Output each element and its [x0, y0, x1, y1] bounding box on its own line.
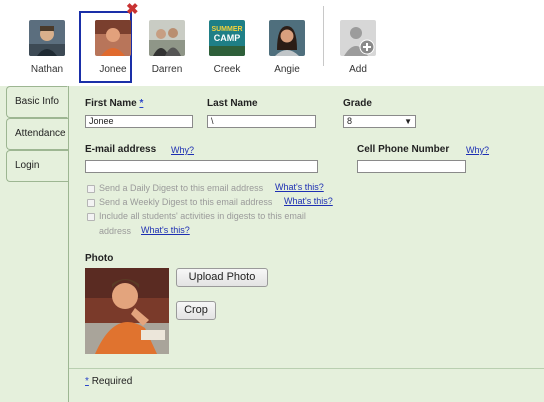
required-star: *: [85, 376, 89, 387]
chevron-down-icon: ▼: [404, 117, 412, 126]
cell-phone-label: Cell Phone Number: [357, 144, 450, 155]
tab-basic-info[interactable]: Basic Info: [6, 86, 68, 118]
daily-digest-checkbox[interactable]: [87, 184, 95, 193]
daily-whats-this-link[interactable]: What's this?: [275, 182, 324, 192]
include-students-label: Include all students' activities in dige…: [99, 211, 306, 221]
first-name-label-text: First Name: [85, 98, 137, 109]
creek-text-1: SUMMER: [211, 26, 242, 33]
tab-divider: [68, 86, 69, 402]
required-note-text: Required: [91, 376, 133, 387]
student-angie[interactable]: Angie: [261, 20, 313, 75]
profile-photo: [85, 268, 169, 356]
add-student-button[interactable]: Add: [332, 20, 384, 75]
creek-text-2: CAMP: [214, 33, 241, 43]
student-strip: Nathan Jonee ✖ Darren SUMMER CAMP Creek …: [0, 0, 544, 86]
grade-value: 8: [347, 116, 353, 126]
avatar-creek: SUMMER CAMP: [209, 20, 245, 56]
student-jonee[interactable]: Jonee: [79, 11, 139, 83]
daily-digest-label: Send a Daily Digest to this email addres…: [99, 183, 264, 193]
student-darren[interactable]: Darren: [141, 20, 193, 75]
footer-divider: [69, 368, 544, 369]
side-tabs: Basic Info Attendance Login: [6, 86, 68, 182]
required-star: *: [139, 98, 144, 109]
photo-label: Photo: [85, 253, 114, 264]
weekly-digest-checkbox[interactable]: [87, 198, 95, 207]
include-students-row: Include all students' activities in dige…: [87, 210, 306, 222]
required-note: * Required: [85, 376, 132, 387]
avatar-angie: [269, 20, 305, 56]
strip-divider: [323, 6, 324, 66]
add-label: Add: [349, 64, 367, 75]
first-name-label: First Name *: [85, 98, 143, 109]
include-whats-this-link[interactable]: What's this?: [141, 225, 190, 235]
upload-photo-button[interactable]: Upload Photo: [176, 268, 268, 287]
weekly-digest-row: Send a Weekly Digest to this email addre…: [87, 196, 272, 208]
last-name-input[interactable]: \: [207, 115, 316, 128]
student-creek[interactable]: SUMMER CAMP Creek: [201, 20, 253, 75]
tab-attendance[interactable]: Attendance: [6, 118, 68, 150]
include-students-checkbox[interactable]: [87, 212, 95, 221]
student-name: Angie: [274, 64, 300, 75]
cell-phone-input[interactable]: [357, 160, 466, 173]
include-students-label-cont: address: [99, 226, 132, 236]
last-name-label: Last Name: [207, 98, 258, 109]
grade-select[interactable]: 8 ▼: [343, 115, 416, 128]
email-label: E-mail address: [85, 144, 157, 155]
weekly-whats-this-link[interactable]: What's this?: [284, 196, 333, 206]
student-name: Creek: [213, 64, 241, 75]
crop-button[interactable]: Crop: [176, 301, 216, 320]
first-name-input[interactable]: Jonee: [85, 115, 193, 128]
weekly-digest-label: Send a Weekly Digest to this email addre…: [99, 197, 273, 207]
avatar-darren: [149, 20, 185, 56]
avatar-nathan: [29, 20, 65, 56]
cell-why-link[interactable]: Why?: [466, 145, 489, 155]
daily-digest-row: Send a Daily Digest to this email addres…: [87, 182, 263, 194]
student-name: Nathan: [30, 64, 64, 75]
email-why-link[interactable]: Why?: [171, 145, 194, 155]
avatar-jonee: [95, 20, 131, 56]
student-nathan[interactable]: Nathan: [21, 20, 73, 75]
remove-student-icon[interactable]: ✖: [126, 2, 139, 17]
add-person-icon: [340, 20, 376, 56]
profile-panel: Basic Info Attendance Login: [0, 86, 544, 402]
tab-login[interactable]: Login: [6, 150, 68, 182]
grade-label: Grade: [343, 98, 372, 109]
student-name: Darren: [151, 64, 183, 75]
email-input[interactable]: [85, 160, 318, 173]
